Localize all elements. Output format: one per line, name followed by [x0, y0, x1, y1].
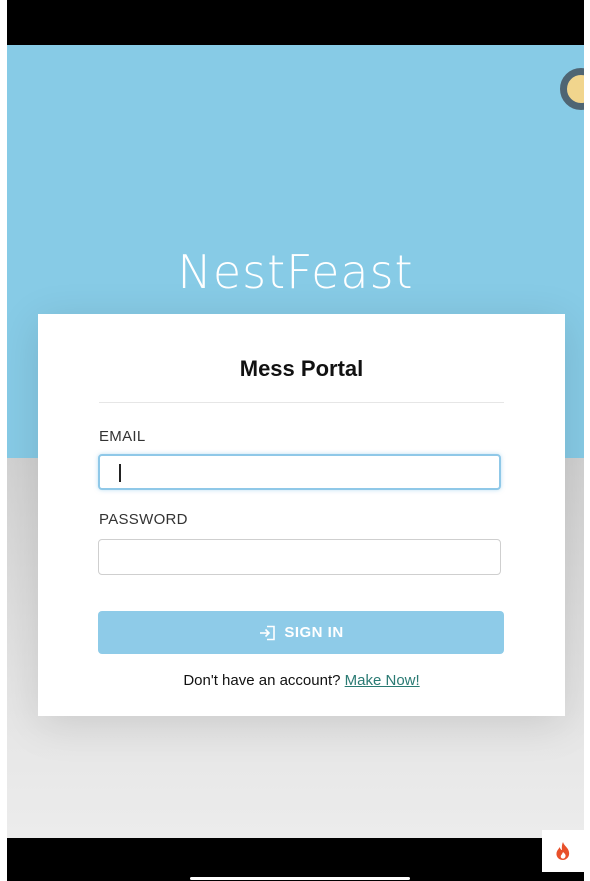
login-card: Mess Portal EMAIL PASSWORD SIGN IN Don't…	[38, 314, 565, 716]
email-label: EMAIL	[99, 428, 146, 445]
status-bar	[7, 0, 584, 45]
email-field[interactable]	[98, 454, 501, 490]
home-bar	[7, 838, 584, 881]
login-heading: Mess Portal	[239, 356, 364, 381]
login-arrow-icon	[258, 625, 276, 641]
signup-row: Don't have an account? Make Now!	[38, 672, 565, 689]
sign-in-label: SIGN IN	[284, 624, 344, 641]
sign-in-button[interactable]: SIGN IN	[98, 611, 504, 654]
password-field[interactable]	[98, 539, 501, 575]
flame-icon	[556, 842, 570, 860]
floating-action-button[interactable]	[542, 830, 584, 872]
password-label: PASSWORD	[99, 511, 188, 528]
signup-prompt: Don't have an account?	[183, 672, 341, 689]
home-indicator	[190, 877, 410, 880]
make-now-link[interactable]: Make Now!	[345, 672, 420, 689]
app-title: NestFeast	[177, 245, 414, 299]
divider	[99, 402, 504, 403]
app-screen: NestFeast Mess Portal EMAIL PASSWORD SIG…	[7, 0, 584, 881]
text-caret	[119, 464, 121, 482]
